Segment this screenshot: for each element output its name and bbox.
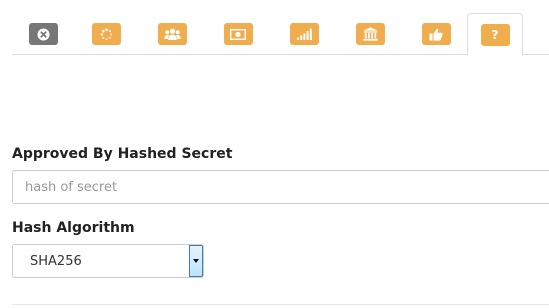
- hashed-secret-input[interactable]: [12, 170, 549, 204]
- tab-help[interactable]: ?: [467, 13, 523, 56]
- question-icon: ?: [480, 23, 510, 46]
- thumbs-up-icon: [421, 23, 451, 45]
- page: ? Approved By Hashed Secret Hash Algorit…: [0, 0, 549, 308]
- hashed-secret-label: Approved By Hashed Secret: [12, 146, 233, 162]
- tab-bank[interactable]: [342, 13, 398, 55]
- close-circle-icon: [28, 23, 58, 45]
- question-glyph: ?: [491, 27, 499, 42]
- tab-signal[interactable]: [276, 13, 332, 55]
- group-users-icon: [157, 23, 187, 45]
- signal-bars-icon: [289, 23, 319, 45]
- bank-icon: [355, 23, 385, 45]
- money-icon: [223, 23, 253, 45]
- hash-algorithm-value: SHA256: [30, 254, 82, 269]
- tab-pending[interactable]: [78, 13, 134, 55]
- spinner-icon: [91, 23, 121, 45]
- tab-parties[interactable]: [144, 13, 200, 55]
- section-divider: [12, 304, 549, 305]
- tab-strip: ?: [12, 13, 549, 56]
- tab-approve[interactable]: [408, 13, 464, 55]
- tab-money[interactable]: [210, 13, 266, 55]
- tab-close[interactable]: [15, 13, 71, 55]
- hash-algorithm-select[interactable]: SHA256: [12, 244, 204, 278]
- dropdown-arrow-icon[interactable]: [189, 245, 203, 277]
- hash-algorithm-label: Hash Algorithm: [12, 220, 135, 236]
